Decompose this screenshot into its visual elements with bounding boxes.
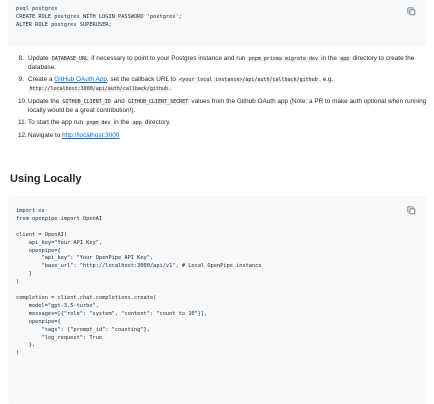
code-block-postgres-setup: psql postgres CREATE ROLE postgres WITH … [8,0,426,46]
list-item: 8. Update DATABASE_URL if necessary to po… [18,55,432,72]
list-item-text: Create a GitHub OAuth App, set the callb… [28,76,334,93]
list-item: 10. Update the GITHUB_CLIENT_ID and GITHU… [18,98,432,115]
inline-code: <your local instance>/api/auth/callback/… [177,77,320,84]
list-item-number: 10. [18,97,27,105]
list-item-number: 8. [18,55,24,62]
setup-steps-list: 8. Update DATABASE_URL if necessary to po… [18,55,432,145]
list-item-text: Navigate to http://localhost:3000 [28,132,120,140]
inline-code: GITHUB_CLIENT_SECRET [126,98,190,105]
inline-code: pnpm dev [84,120,112,127]
list-item-text: Update the GITHUB_CLIENT_ID and GITHUB_C… [28,97,427,114]
code-block-python-example: import os from openpipe import OpenAI cl… [8,196,426,404]
inline-code: pnpm prisma migrate dev [247,56,320,62]
list-item-text: To start the app run pnpm dev in the app… [28,119,171,127]
section-heading: Using Locally [10,173,82,185]
list-item-number: 11. [18,119,27,127]
code-content: psql postgres CREATE ROLE postgres WITH … [16,6,182,28]
copy-icon[interactable] [407,7,416,16]
list-item: 9. Create a GitHub OAuth App, set the cal… [18,76,432,93]
list-item: 12. Navigate to http://localhost:3000 [18,132,432,141]
inline-code: http://localhost:3000/api/auth/callback/… [28,86,170,93]
link[interactable]: http://localhost:3000 [62,132,119,139]
inline-code: DATABASE_URL [50,56,90,62]
code-content: import os from openpipe import OpenAI cl… [16,208,262,357]
inline-code: app [131,120,144,127]
list-item-number: 9. [18,76,24,84]
inline-code: GITHUB_CLIENT_ID [61,98,113,105]
link[interactable]: GitHub OAuth App [54,76,107,83]
list-item-text: Update DATABASE_URL if necessary to poin… [28,55,415,71]
list-item: 11. To start the app run pnpm dev in the … [18,119,432,128]
list-item-number: 12. [18,132,27,140]
copy-icon[interactable] [407,206,416,215]
inline-code: app [338,56,351,62]
